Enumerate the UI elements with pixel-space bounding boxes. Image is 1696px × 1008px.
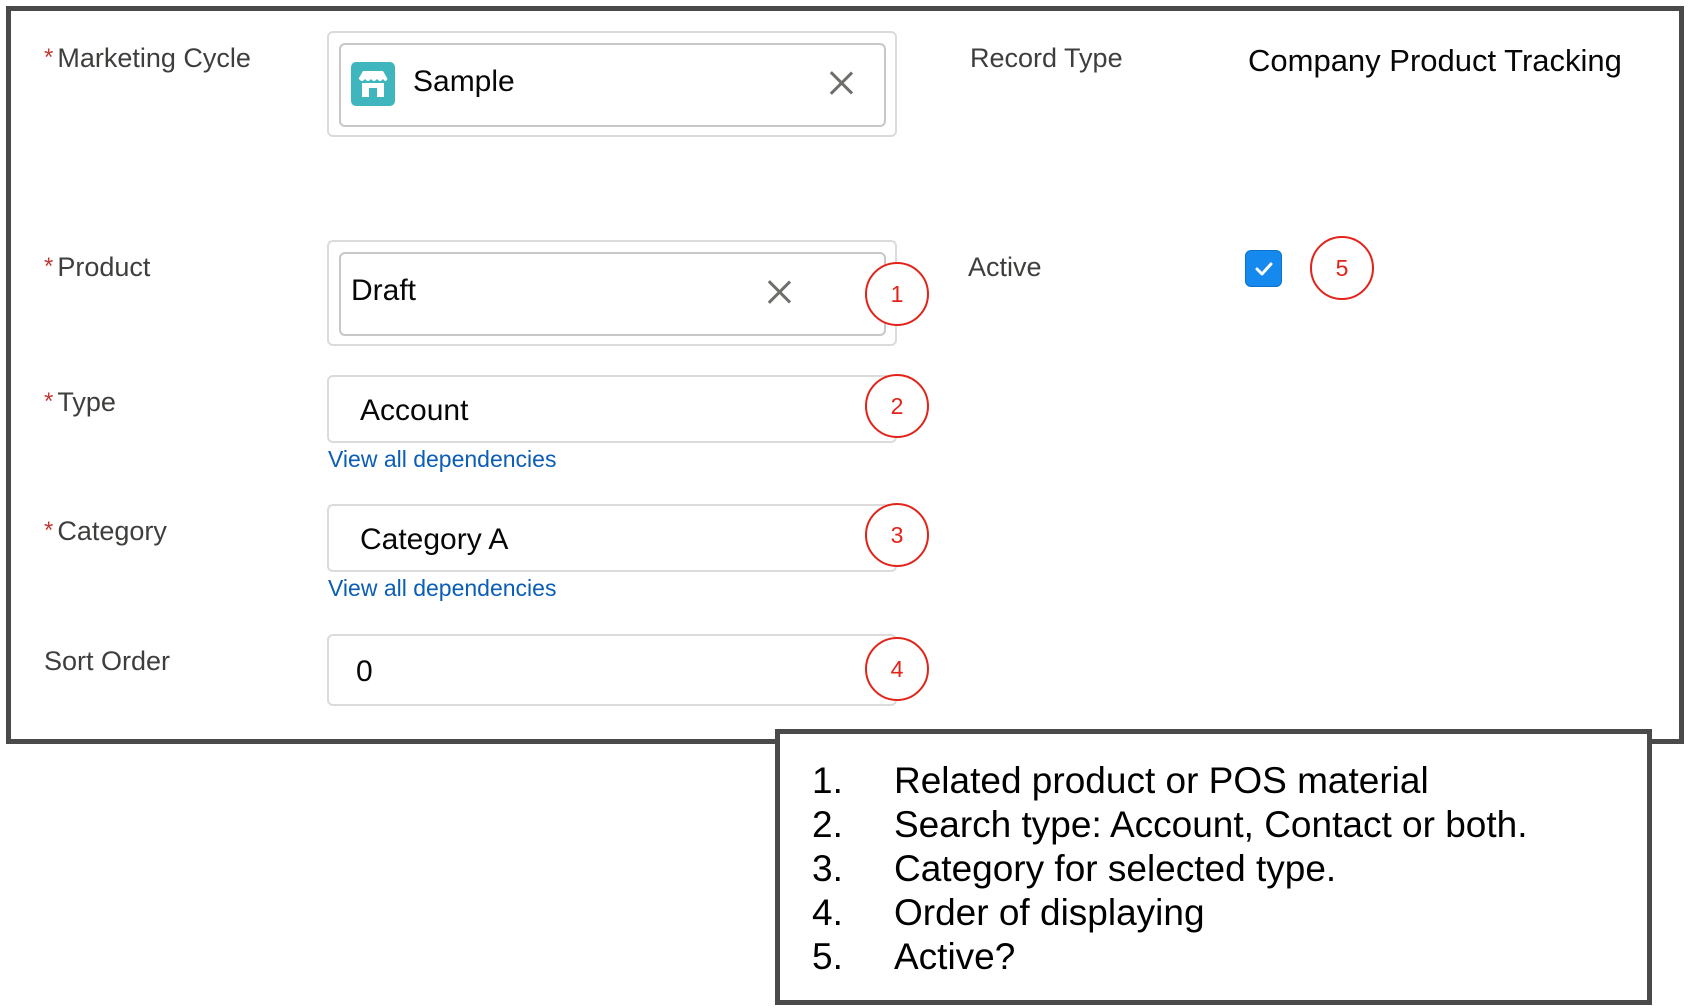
- category-value: Category A: [360, 523, 509, 556]
- record-type-value: Company Product Tracking: [1248, 43, 1622, 78]
- sort-order-label: Sort Order: [44, 646, 171, 676]
- check-icon: [1255, 262, 1273, 276]
- annotation-badge-3: 3: [865, 503, 929, 567]
- active-checkbox[interactable]: [1245, 250, 1282, 287]
- close-icon[interactable]: [766, 279, 792, 305]
- type-view-dependencies-link[interactable]: View all dependencies: [328, 446, 556, 473]
- legend-item: 1. Related product or POS material: [812, 760, 1429, 801]
- type-select[interactable]: Account: [327, 375, 897, 443]
- sort-order-value: 0: [356, 655, 373, 688]
- legend-item: 4. Order of displaying: [812, 892, 1205, 933]
- product-lookup: Draft: [327, 240, 897, 346]
- category-label: * Category: [44, 516, 167, 546]
- annotation-badge-4: 4: [865, 637, 929, 701]
- annotation-legend: 1. Related product or POS material 2. Sear…: [775, 729, 1652, 1005]
- marketing-cycle-lookup: Sample: [327, 31, 897, 137]
- type-value: Account: [360, 394, 469, 427]
- product-label: * Product: [44, 252, 151, 282]
- active-label: Active: [968, 252, 1042, 282]
- legend-item: 5. Active?: [812, 936, 1016, 977]
- annotation-badge-2: 2: [865, 374, 929, 438]
- marketing-cycle-value: Sample: [413, 65, 515, 98]
- category-select[interactable]: Category A: [327, 504, 897, 572]
- close-icon[interactable]: [828, 70, 854, 96]
- type-label: * Type: [44, 387, 116, 417]
- store-icon: [351, 62, 395, 106]
- record-type-label: Record Type: [970, 43, 1123, 73]
- sort-order-input[interactable]: 0: [327, 634, 897, 706]
- product-value: Draft: [351, 274, 417, 307]
- annotation-badge-5: 5: [1310, 236, 1374, 300]
- category-view-dependencies-link[interactable]: View all dependencies: [328, 575, 556, 602]
- marketing-cycle-label: * Marketing Cycle: [44, 43, 251, 73]
- legend-item: 3. Category for selected type.: [812, 848, 1337, 889]
- marketing-cycle-pill[interactable]: Sample: [339, 43, 886, 127]
- legend-item: 2. Search type: Account, Contact or both.: [812, 804, 1528, 845]
- annotation-badge-1: 1: [865, 262, 929, 326]
- product-pill[interactable]: Draft: [339, 252, 886, 336]
